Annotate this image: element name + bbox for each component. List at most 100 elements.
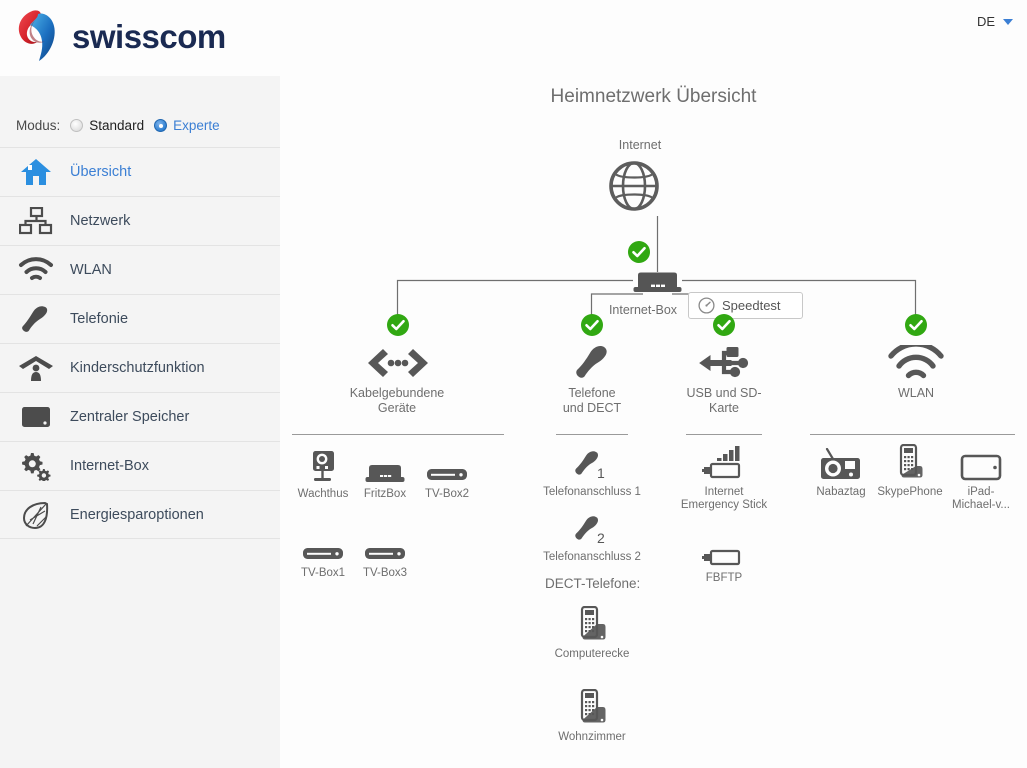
device-name: TV-Box2: [424, 488, 470, 500]
wired-devices-icon[interactable]: [365, 344, 431, 382]
sidebar-item-label: Übersicht: [70, 164, 132, 180]
section-divider: [556, 434, 628, 435]
handset-2-icon: 2: [572, 507, 612, 547]
sidebar-nav: Übersicht Netzwerk WLAN Telefonie Kinder…: [0, 147, 280, 539]
device-item[interactable]: Computerecke: [526, 604, 658, 661]
sidebar-item-zentraler-speicher[interactable]: Zentraler Speicher: [0, 392, 280, 441]
sidebar-item-telefonie[interactable]: Telefonie: [0, 294, 280, 343]
wifi-icon[interactable]: [888, 344, 944, 382]
sidebar-item-label: WLAN: [70, 262, 112, 278]
section-divider: [292, 434, 504, 435]
device-item[interactable]: Wohnzimmer: [526, 687, 658, 744]
mode-option-standard[interactable]: Standard: [70, 118, 144, 133]
language-selector[interactable]: DE: [977, 14, 1013, 29]
swisscom-lifeform-icon: [8, 8, 68, 66]
device-item[interactable]: 2 Telefonanschluss 2: [526, 507, 658, 564]
speedtest-button[interactable]: Speedtest: [688, 292, 803, 319]
device-name-line-2: Michael-v...: [952, 499, 1010, 511]
device-list-dect: Computerecke Wohnzimmer: [526, 604, 658, 744]
sidebar-item-label: Internet-Box: [70, 458, 149, 474]
sidebar-item-wlan[interactable]: WLAN: [0, 245, 280, 294]
device-name: TV-Box3: [362, 567, 408, 579]
usb-stick-signal-icon: [701, 442, 747, 482]
parental-control-icon: [16, 351, 56, 385]
device-item[interactable]: TV-Box1: [292, 523, 354, 580]
status-badge: [628, 241, 650, 263]
cordless-phone-icon: [895, 442, 925, 482]
device-list-telephony: 1 Telefonanschluss 1 2 Telefonanschluss …: [526, 442, 658, 564]
webcam-icon: [309, 444, 337, 484]
mode-option-experte-label: Experte: [173, 118, 220, 133]
label-line-1: WLAN: [897, 386, 935, 400]
device-name: FritzBox: [363, 488, 407, 500]
brand-name: swisscom: [72, 18, 226, 55]
device-item[interactable]: Wachthus: [292, 444, 354, 501]
radio-experte-icon: [154, 119, 168, 132]
device-item[interactable]: TV-Box2: [416, 444, 478, 501]
category-label-usb: USB und SD- Karte: [666, 386, 782, 416]
device-name: Nabaztag: [816, 486, 866, 498]
category-label-wlan: WLAN: [868, 386, 964, 401]
sidebar-item-netzwerk[interactable]: Netzwerk: [0, 196, 280, 245]
sidebar-item-label: Zentraler Speicher: [70, 409, 190, 425]
tvbox-icon: [302, 523, 344, 563]
sidebar-item-internet-box[interactable]: Internet-Box: [0, 441, 280, 490]
device-name: FBFTP: [705, 572, 743, 584]
device-item[interactable]: iPad- Michael-v...: [946, 442, 1016, 512]
status-badge: [905, 314, 927, 336]
modem-icon: [365, 444, 405, 484]
device-name: Internet Emergency Stick: [681, 486, 767, 512]
status-badge: [713, 314, 735, 336]
language-label: DE: [976, 14, 995, 29]
mode-option-experte[interactable]: Experte: [154, 118, 220, 133]
globe-icon[interactable]: [608, 160, 660, 212]
device-item[interactable]: Nabaztag: [808, 442, 874, 512]
category-label-wired: Kabelgebundene Geräte: [337, 386, 457, 416]
usb-icon[interactable]: [696, 342, 752, 384]
sidebar-item-label: Energiesparoptionen: [70, 506, 204, 523]
device-item[interactable]: TV-Box3: [354, 523, 416, 580]
usb-stick-icon: [701, 528, 747, 568]
mode-switch: Modus: Standard Experte: [0, 76, 280, 133]
tvbox-icon: [364, 523, 406, 563]
device-item[interactable]: 1 Telefonanschluss 1: [526, 442, 658, 499]
network-diagram: Internet Speedtest Internet-Box Kabelgeb…: [280, 76, 1027, 768]
label-line-1: Kabelgebundene: [349, 386, 445, 400]
dect-phone-icon: [576, 604, 608, 644]
device-name: Telefonanschluss 2: [543, 551, 641, 563]
device-item[interactable]: FBFTP: [666, 528, 782, 585]
label-line-1: Telefone: [568, 386, 616, 400]
device-item[interactable]: Internet Emergency Stick: [666, 442, 782, 512]
label-line-1: USB und SD-: [686, 386, 762, 400]
speedtest-label: Speedtest: [722, 298, 781, 313]
radio-standard-icon: [70, 119, 84, 132]
device-item[interactable]: SkypePhone: [874, 442, 946, 512]
dect-phone-icon: [576, 687, 608, 727]
mode-option-standard-label: Standard: [89, 118, 145, 133]
dect-subheading: DECT-Telefone:: [545, 576, 641, 591]
device-name: Wohnzimmer: [558, 731, 626, 743]
device-name: Computerecke: [554, 648, 630, 660]
sidebar-item-energiesparoptionen[interactable]: Energiesparoptionen: [0, 490, 280, 539]
device-name: TV-Box1: [300, 567, 346, 579]
sidebar-item-uebersicht[interactable]: Übersicht: [0, 147, 280, 196]
device-name-line-1: iPad-: [967, 486, 995, 498]
device-name-line-2: Emergency Stick: [680, 499, 768, 511]
label-line-2: Geräte: [377, 401, 417, 415]
svg-text:1: 1: [597, 465, 605, 481]
device-list-wired: Wachthus FritzBox TV-Box2 TV-Box1 TV-Box…: [292, 444, 504, 580]
handset-icon[interactable]: [571, 342, 613, 384]
app-root: swisscom DE Modus: Standard Experte Über…: [0, 0, 1027, 768]
swisscom-logo[interactable]: swisscom: [8, 8, 226, 66]
device-list-wlan: Nabaztag SkypePhone iPad- Michael-v...: [808, 442, 1017, 512]
storage-icon: [16, 400, 56, 434]
label-line-2: Karte: [709, 401, 739, 415]
home-icon: [16, 155, 56, 189]
section-divider: [686, 434, 762, 435]
svg-text:2: 2: [597, 530, 605, 546]
status-badge: [581, 314, 603, 336]
router-icon[interactable]: [633, 272, 682, 294]
sidebar-item-kinderschutzfunktion[interactable]: Kinderschutzfunktion: [0, 343, 280, 392]
device-item[interactable]: FritzBox: [354, 444, 416, 501]
router-label: Internet-Box: [608, 303, 678, 317]
